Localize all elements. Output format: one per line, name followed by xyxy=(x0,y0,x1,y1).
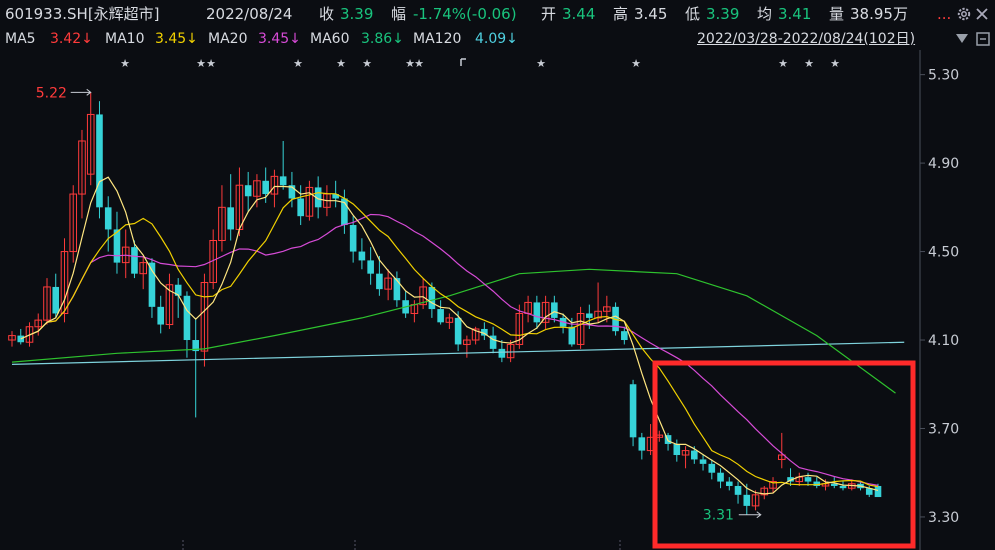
candle-body xyxy=(498,348,506,358)
event-star-icon: ★ xyxy=(414,57,424,70)
candle-body xyxy=(428,286,436,310)
event-star-icon: ★ xyxy=(631,57,641,70)
event-star-icon: ★ xyxy=(206,57,216,70)
candle-body xyxy=(52,286,60,314)
candle-body xyxy=(586,313,593,318)
candle-body xyxy=(673,443,681,456)
candle-body xyxy=(621,331,628,341)
high-value: 3.45 xyxy=(634,5,668,23)
candle-body xyxy=(349,225,357,252)
event-star-icon: ★ xyxy=(293,57,303,70)
quote-header: 601933.SH[永辉超市] 2022/08/24 收 3.39 幅 -1.7… xyxy=(0,0,995,28)
event-star-icon: ★ xyxy=(804,57,814,70)
candle-body xyxy=(568,326,576,345)
candle-body xyxy=(227,207,234,230)
candle-body xyxy=(717,472,724,482)
event-star-icon: ★ xyxy=(536,57,546,70)
candle-body xyxy=(839,485,847,489)
candle-body xyxy=(454,317,462,345)
volume-value: 38.95万 xyxy=(850,5,908,23)
high-price-label: 5.22 xyxy=(36,85,67,101)
change-label: 幅 xyxy=(391,5,407,23)
candle-body xyxy=(157,306,165,325)
change-value: -1.74%(-0.06) xyxy=(413,5,517,23)
candle-body xyxy=(437,309,444,323)
quote-date: 2022/08/24 xyxy=(206,5,293,23)
y-tick-label: 4.90 xyxy=(928,156,959,172)
y-tick-label: 4.10 xyxy=(928,333,959,349)
y-tick-label: 3.70 xyxy=(928,421,959,437)
avg-label: 均 xyxy=(757,5,773,23)
candle-body xyxy=(708,463,716,473)
settings-gear-icon[interactable] xyxy=(956,6,972,22)
candle-body xyxy=(96,114,103,208)
candle-body xyxy=(551,302,558,318)
candle-body xyxy=(183,295,191,341)
candle-body xyxy=(533,302,541,323)
ma60-label: MA60 xyxy=(310,31,350,47)
event-star-icon: ★ xyxy=(778,57,788,70)
candle-body xyxy=(725,481,733,486)
candle-body xyxy=(734,485,742,495)
candle-body xyxy=(376,273,383,290)
ma10-value: 3.45↓ xyxy=(155,31,198,47)
candle-body xyxy=(148,262,156,307)
ma-legend-bar: MA5 3.42↓ MA10 3.45↓ MA20 3.45↓ MA60 3.8… xyxy=(0,28,995,50)
low-label: 低 xyxy=(685,5,701,23)
candle-body xyxy=(262,180,269,195)
low-value: 3.39 xyxy=(706,5,740,23)
open-label: 开 xyxy=(541,5,557,23)
high-label: 高 xyxy=(613,5,629,23)
candle-body xyxy=(629,384,637,438)
ma20-value: 3.45↓ xyxy=(258,31,301,47)
avg-value: 3.41 xyxy=(778,5,812,23)
candle-body xyxy=(743,494,751,506)
volume-label: 量 xyxy=(829,5,845,23)
close-value: 3.39 xyxy=(340,5,374,23)
ma20-label: MA20 xyxy=(208,31,248,47)
event-star-icon: ★ xyxy=(362,57,372,70)
expand-panel-icon[interactable] xyxy=(976,32,990,46)
stock-code[interactable]: 601933.SH[永辉超市] xyxy=(5,0,160,28)
y-tick-label: 3.30 xyxy=(928,510,959,526)
candle-body xyxy=(699,459,707,464)
candle-body xyxy=(874,485,882,498)
candle-body xyxy=(804,477,812,482)
candle-body xyxy=(830,483,838,486)
event-star-icon: ★ xyxy=(336,57,346,70)
close-label: 收 xyxy=(319,5,335,23)
candle-body xyxy=(279,176,287,186)
caret-down-icon[interactable] xyxy=(956,34,968,44)
more-dots[interactable]: ... xyxy=(937,0,951,28)
y-tick-label: 4.50 xyxy=(928,245,959,261)
ma60-value: 3.86↓ xyxy=(361,31,404,47)
candle-body xyxy=(104,207,112,230)
candle-body xyxy=(244,185,252,197)
event-star-icon: ★ xyxy=(196,57,206,70)
candle-body xyxy=(393,278,401,301)
kline-chart[interactable]: 5.304.904.504.103.703.30★ ★ ★ ★ ★ ★ ★ ★ ★ ★ ★ ★ ★5.2… xyxy=(0,50,995,550)
candle-body xyxy=(131,247,138,274)
candle-body xyxy=(813,481,821,486)
candle-body xyxy=(297,198,304,217)
ma5-label: MA5 xyxy=(5,31,36,47)
candle-body xyxy=(691,450,698,460)
y-tick-label: 5.30 xyxy=(928,68,959,84)
event-star-icon: ★ xyxy=(830,57,840,70)
low-price-label: 3.31 xyxy=(703,508,734,524)
event-star-icon: ★ xyxy=(120,57,130,70)
close-icon[interactable] xyxy=(976,8,988,20)
date-range[interactable]: 2022/03/28-2022/08/24(102日) xyxy=(697,28,915,50)
ma10-label: MA10 xyxy=(105,31,145,47)
candle-body xyxy=(638,437,646,451)
ma5-value: 3.42↓ xyxy=(50,31,93,47)
open-value: 3.44 xyxy=(562,5,596,23)
ma120-label: MA120 xyxy=(413,31,462,47)
candle-body xyxy=(367,260,374,274)
ma120-value: 4.09↓ xyxy=(475,31,518,47)
candle-body xyxy=(358,251,366,261)
